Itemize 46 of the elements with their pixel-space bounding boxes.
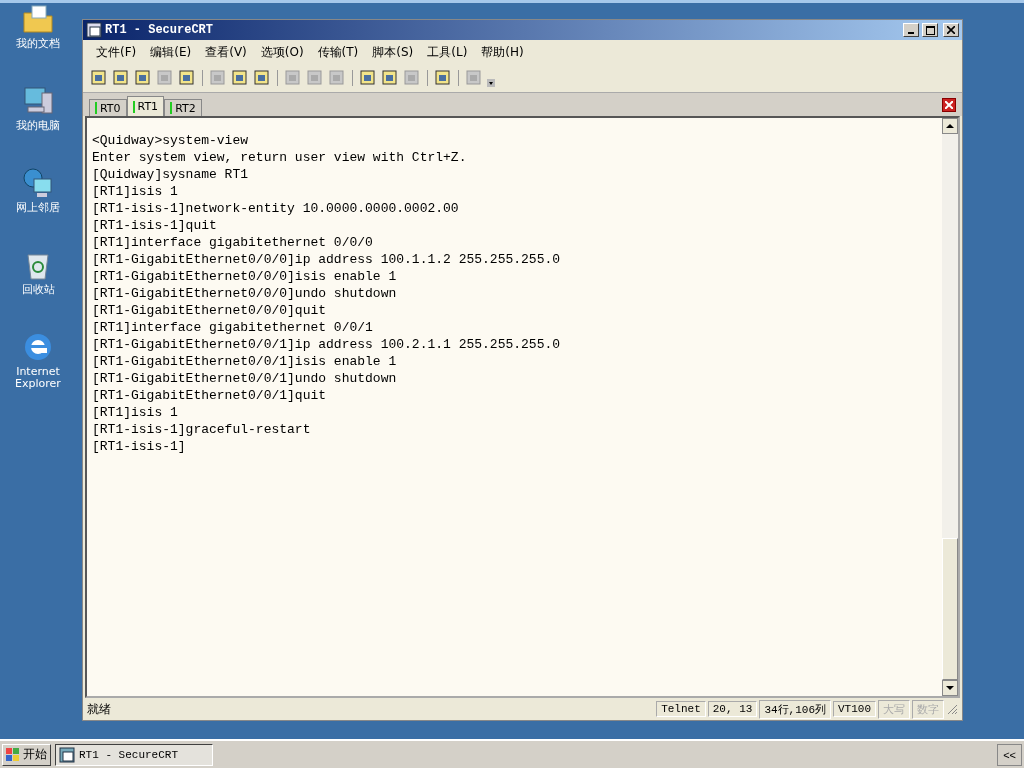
terminal-line: Enter system view, return user view with Ctrl+Z. (92, 149, 468, 166)
menu-item[interactable]: 编辑(E) (143, 43, 199, 61)
terminal-line: [RT1-GigabitEthernet0/0/1]undo shutdown (92, 370, 398, 387)
terminal-line: [RT1-GigabitEthernet0/0/1]isis enable 1 (92, 353, 398, 370)
terminal-line: [Quidway]sysname RT1 (92, 166, 250, 183)
terminal-line: [RT1]isis 1 (92, 183, 179, 200)
menu-item[interactable]: 选项(O) (253, 43, 311, 61)
terminal-line: [RT1-isis-1]network-entity 10.0000.0000.0002.00 (92, 200, 460, 217)
menu-item[interactable]: 文件(F) (89, 43, 144, 61)
menu-item[interactable]: 脚本(S) (365, 43, 421, 61)
desktop-icon-label[interactable]: 我的电脑 (8, 120, 68, 132)
desktop-icon-label[interactable]: Internet Explorer (8, 366, 68, 390)
terminal-line: [RT1-isis-1] (92, 438, 187, 455)
terminal-line: [RT1-isis-1]graceful-restart (92, 421, 312, 438)
desktop-icon-label[interactable]: 回收站 (8, 284, 68, 296)
terminal-line: <Quidway>system-view (92, 132, 250, 149)
tray-expand-button[interactable]: << (997, 743, 1022, 766)
terminal-line: [RT1-isis-1]quit (92, 217, 218, 234)
menu-item[interactable]: 传输(T) (310, 43, 366, 61)
terminal-line: [RT1-GigabitEthernet0/0/1]quit (92, 387, 328, 404)
status-pane: VT100 (833, 701, 876, 717)
terminal-line: [RT1-GigabitEthernet0/0/1]ip address 100.2.1.1 255.255.255.0 (92, 336, 562, 353)
menu-item[interactable]: 帮助(H) (474, 43, 531, 61)
terminal-line: [RT1]isis 1 (92, 404, 179, 421)
terminal-line: [RT1]interface gigabitethernet 0/0/0 (92, 234, 374, 251)
terminal-line: [RT1-GigabitEthernet0/0/0]quit (92, 302, 328, 319)
desktop-icon-label[interactable]: 我的文档 (8, 38, 68, 50)
session-tab[interactable]: RT2 (164, 99, 202, 116)
status-pane: 数字 (912, 699, 944, 719)
session-tab[interactable]: RT1 (126, 96, 165, 116)
terminal-line: [RT1-GigabitEthernet0/0/0]undo shutdown (92, 285, 398, 302)
status-pane: 大写 (878, 699, 910, 719)
terminal-line: [RT1-GigabitEthernet0/0/0]ip address 100.1.1.2 255.255.255.0 (92, 251, 562, 268)
menu-item[interactable]: 工具(L) (420, 43, 475, 61)
terminal-line: [RT1]interface gigabitethernet 0/0/1 (92, 319, 374, 336)
status-pane: 34行,106列 (759, 699, 831, 719)
status-message: 就绪 (87, 700, 111, 718)
taskbar-button[interactable]: RT1 - SecureCRT (55, 743, 213, 766)
terminal-line: [RT1-GigabitEthernet0/0/0]isis enable 1 (92, 268, 398, 285)
status-pane: 20, 13 (707, 701, 758, 717)
status-pane: Telnet (656, 701, 706, 717)
window-title: RT1 - SecureCRT (105, 23, 214, 37)
desktop-icon-label[interactable]: 网上邻居 (8, 202, 68, 214)
session-tab[interactable]: RT0 (89, 99, 127, 116)
start-button[interactable]: 开始 (2, 743, 51, 766)
menu-item[interactable]: 查看(V) (198, 43, 254, 61)
